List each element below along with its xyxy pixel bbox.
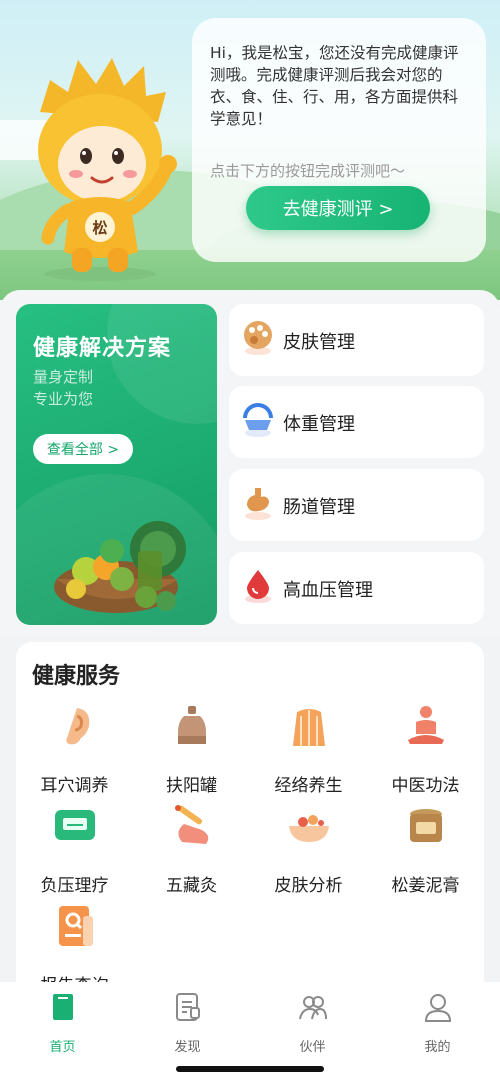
tab-home[interactable]: 首页 [0, 992, 125, 1055]
management-label: 肠道管理 [283, 497, 355, 518]
solution-title: 健康解决方案 [33, 336, 172, 361]
start-health-evaluation-button[interactable]: 去健康测评 > [246, 186, 430, 230]
speech-bubble: Hi，我是松宝，您还没有完成健康评测哦。完成健康评测后我会对您的衣、食、住、行、… [192, 18, 486, 262]
mascot-badge-text: 松 [92, 219, 107, 237]
service-label: 皮肤分析 [274, 876, 343, 896]
service-label: 扶阳罐 [166, 776, 217, 796]
service-label: 五藏灸 [166, 876, 217, 896]
discover-icon [175, 993, 200, 1021]
mascot-illustration: 松 [38, 58, 177, 281]
hero-banner: 松 Hi，我是松宝，您还没有完成健康评测哦。完成健康评测后我会对您的衣、食、住、… [0, 0, 500, 300]
service-label: 负压理疗 [40, 876, 109, 896]
service-label: 松姜泥膏 [391, 876, 460, 896]
service-meridian[interactable]: 经络养生 [250, 702, 367, 796]
weight-management-card[interactable]: 体重管理 [229, 386, 484, 458]
hypertension-management-card[interactable]: 高血压管理 [229, 552, 484, 624]
bubble-hint: 点击下方的按钮完成评测吧～ [210, 162, 406, 180]
service-skin-analysis[interactable]: 皮肤分析 [250, 802, 367, 896]
service-ginger-paste[interactable]: 松姜泥膏 [367, 802, 484, 896]
cupping-jar-icon [177, 706, 206, 744]
partner-icon [298, 996, 327, 1020]
health-services-section: 健康服务 耳穴调养 扶阳罐 经络养生 中医功法 负压理疗 五藏灸 皮肤分析 松姜… [16, 642, 484, 996]
service-cupping-jar[interactable]: 扶阳罐 [133, 702, 250, 796]
vegetable-basket-illustration [54, 521, 186, 613]
stomach-icon [245, 488, 271, 520]
jar-icon [409, 809, 442, 842]
service-tcm-exercise[interactable]: 中医功法 [367, 702, 484, 796]
device-icon [54, 810, 95, 840]
profile-icon [424, 994, 451, 1022]
skin-bowl-icon [288, 815, 329, 842]
bubble-message: Hi，我是松宝，您还没有完成健康评测哦。完成健康评测后我会对您的衣、食、住、行、… [210, 44, 459, 128]
home-icon [52, 994, 73, 1020]
meridian-body-icon [292, 709, 325, 746]
view-all-button[interactable]: 查看全部 > [33, 434, 133, 464]
tab-partner[interactable]: 伙伴 [250, 992, 375, 1055]
management-label: 皮肤管理 [283, 332, 355, 353]
blood-drop-icon [245, 570, 271, 603]
palette-icon [244, 321, 272, 355]
skin-management-card[interactable]: 皮肤管理 [229, 304, 484, 376]
tab-profile[interactable]: 我的 [375, 992, 500, 1055]
service-label: 中医功法 [391, 776, 460, 796]
ear-icon [65, 708, 89, 745]
scale-icon [243, 403, 273, 437]
tab-label: 首页 [49, 1040, 76, 1055]
meditation-icon [407, 706, 444, 744]
home-indicator [176, 1066, 324, 1072]
service-label: 耳穴调养 [40, 776, 109, 796]
tab-discover[interactable]: 发现 [125, 992, 250, 1055]
solution-subtitle: 专业为您 [33, 390, 94, 408]
tab-label: 发现 [174, 1040, 201, 1055]
service-ear-acupoint[interactable]: 耳穴调养 [16, 702, 133, 796]
section-title: 健康服务 [32, 664, 121, 689]
tab-label: 我的 [424, 1040, 451, 1055]
service-negative-pressure[interactable]: 负压理疗 [16, 802, 133, 896]
gut-management-card[interactable]: 肠道管理 [229, 469, 484, 541]
solution-subtitle: 量身定制 [33, 368, 94, 386]
service-label: 经络养生 [274, 776, 343, 796]
management-label: 高血压管理 [283, 580, 373, 601]
report-search-icon [58, 906, 93, 946]
health-solution-card[interactable]: 健康解决方案 量身定制 专业为您 查看全部 > [16, 304, 217, 625]
service-moxibustion[interactable]: 五藏灸 [133, 802, 250, 896]
moxibustion-icon [174, 805, 208, 844]
management-label: 体重管理 [283, 414, 355, 435]
tab-label: 伙伴 [299, 1040, 326, 1055]
